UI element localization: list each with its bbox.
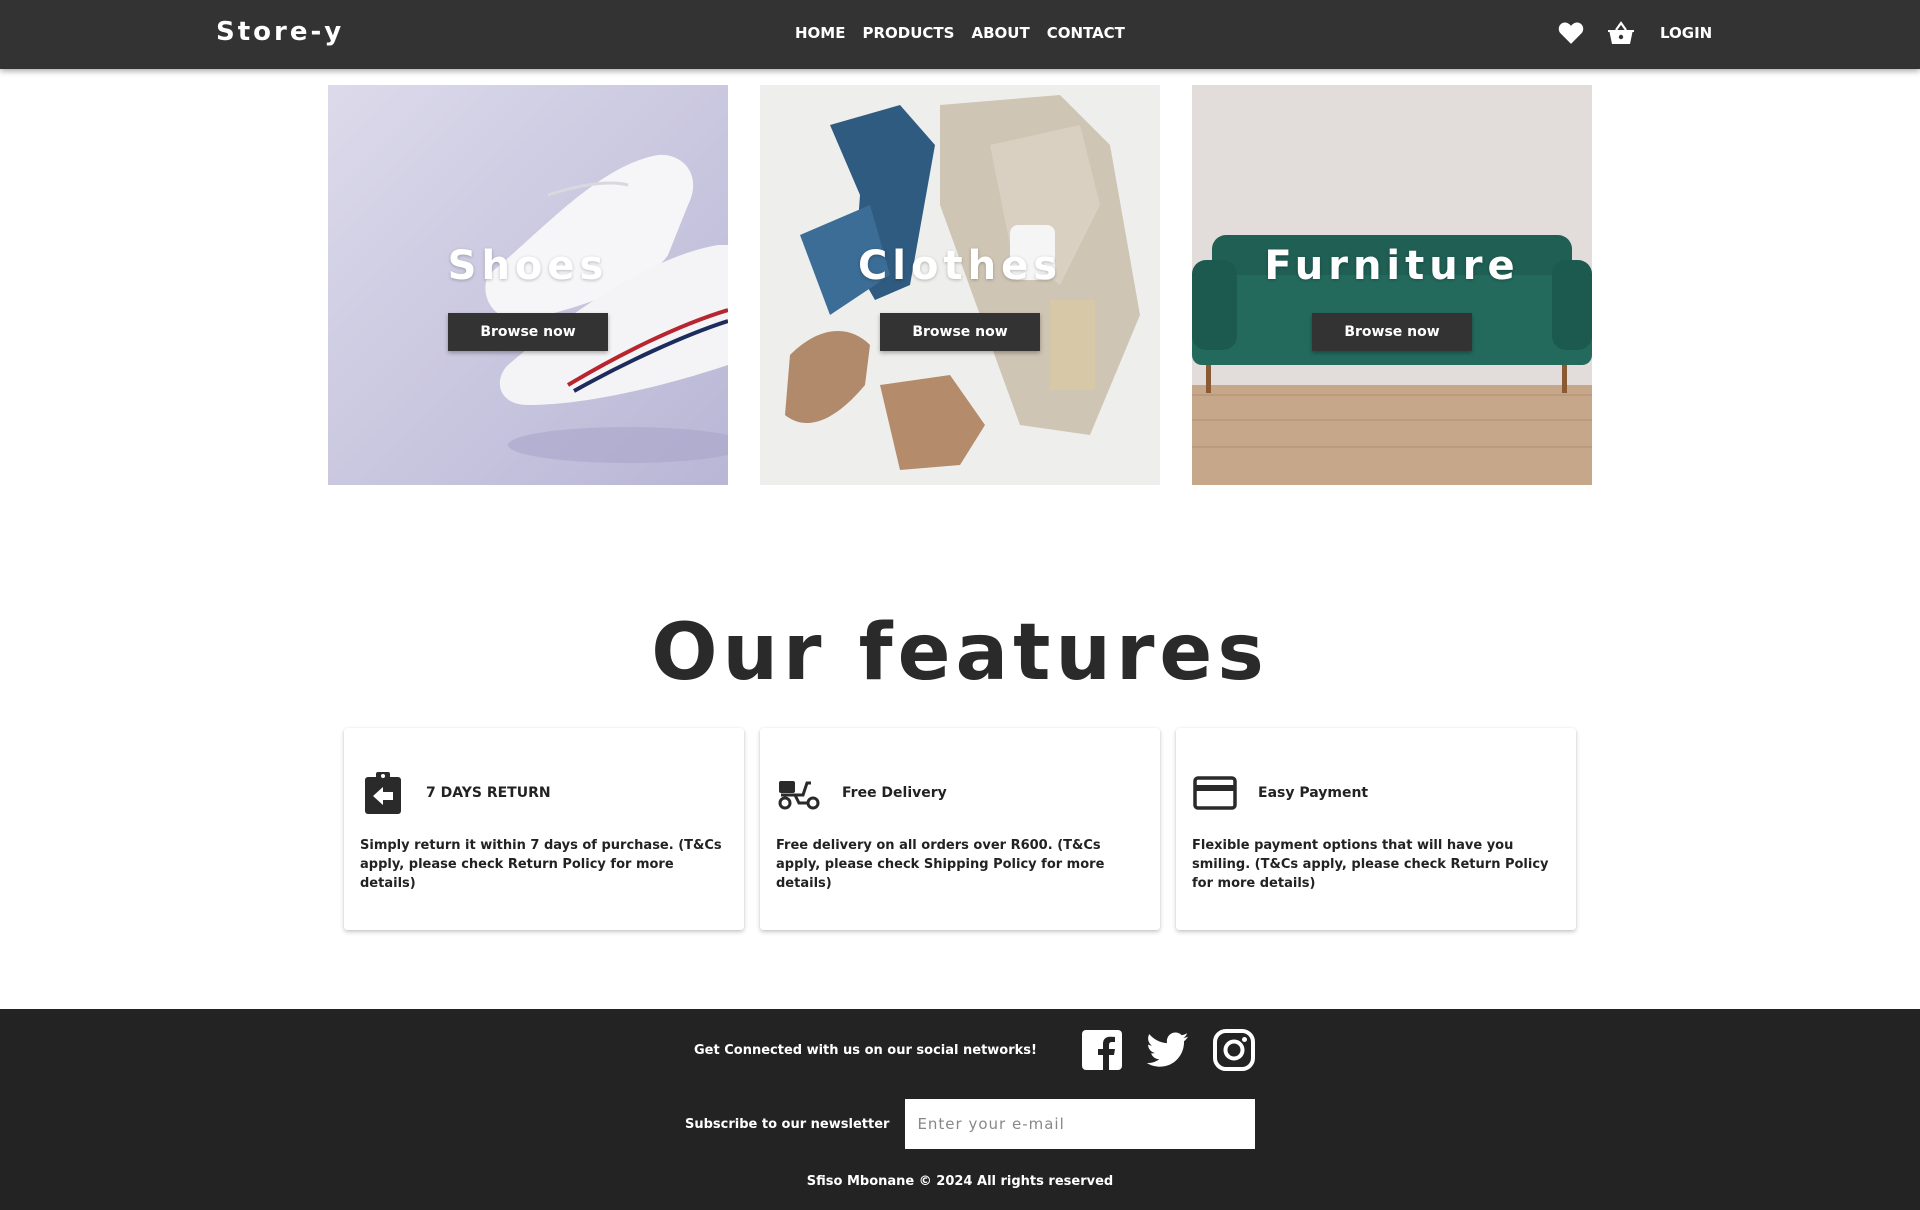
category-cards: Shoes Browse now Clothes Browse now Furn…	[328, 85, 1592, 485]
copyright-text: Sfiso Mbonane © 2024 All rights reserved	[806, 1174, 1114, 1189]
brand-logo[interactable]: Store-y	[216, 17, 344, 47]
category-card-shoes[interactable]: Shoes Browse now	[328, 85, 728, 485]
feature-card: Free Delivery Free delivery on all order…	[760, 728, 1160, 930]
newsletter-label: Subscribe to our newsletter	[685, 1116, 890, 1132]
instagram-icon[interactable]	[1212, 1029, 1255, 1071]
nav-about-link[interactable]: ABOUT	[971, 24, 1029, 42]
browse-now-button[interactable]: Browse now	[448, 313, 608, 351]
return-clipboard-icon	[360, 770, 406, 816]
nav-home-link[interactable]: HOME	[795, 24, 845, 42]
feature-header: Free Delivery	[776, 770, 947, 816]
credit-card-icon	[1192, 770, 1238, 816]
social-text: Get Connected with us on our social netw…	[694, 1042, 1037, 1058]
features-list: 7 DAYS RETURN Simply return it within 7 …	[344, 728, 1576, 930]
feature-description: Simply return it within 7 days of purcha…	[360, 838, 722, 891]
twitter-icon[interactable]	[1146, 1029, 1189, 1071]
login-link[interactable]: LOGIN	[1660, 24, 1712, 42]
facebook-icon[interactable]	[1081, 1029, 1123, 1071]
heart-icon[interactable]	[1556, 18, 1586, 48]
social-icons	[1081, 1029, 1255, 1071]
feature-description: Free delivery on all orders over R600. (…	[776, 838, 1105, 891]
feature-card: Easy Payment Flexible payment options th…	[1176, 728, 1576, 930]
scooter-icon	[776, 770, 822, 816]
category-card-clothes[interactable]: Clothes Browse now	[760, 85, 1160, 485]
social-row: Get Connected with us on our social netw…	[694, 1029, 1255, 1071]
feature-header: Easy Payment	[1192, 770, 1368, 816]
feature-title: Free Delivery	[842, 785, 947, 801]
features-heading: Our features	[651, 608, 1269, 698]
feature-description: Flexible payment options that will have …	[1192, 838, 1549, 891]
newsletter-email-input[interactable]	[905, 1099, 1256, 1149]
feature-card: 7 DAYS RETURN Simply return it within 7 …	[344, 728, 744, 930]
category-title: Shoes	[447, 243, 609, 289]
nav-products-link[interactable]: PRODUCTS	[862, 24, 954, 42]
newsletter-row: Subscribe to our newsletter	[685, 1099, 1256, 1149]
category-title: Clothes	[857, 243, 1063, 289]
feature-header: 7 DAYS RETURN	[360, 770, 551, 816]
nav-actions: LOGIN	[1556, 18, 1712, 48]
category-title: Furniture	[1264, 243, 1520, 289]
footer: Get Connected with us on our social netw…	[0, 1009, 1920, 1210]
basket-icon[interactable]	[1606, 18, 1636, 48]
nav-contact-link[interactable]: CONTACT	[1047, 24, 1125, 42]
feature-title: 7 DAYS RETURN	[426, 785, 551, 801]
navbar: Store-y HOME PRODUCTS ABOUT CONTACT LOGI…	[0, 0, 1920, 69]
feature-title: Easy Payment	[1258, 785, 1369, 801]
category-card-furniture[interactable]: Furniture Browse now	[1192, 85, 1592, 485]
nav-links: HOME PRODUCTS ABOUT CONTACT	[795, 24, 1125, 42]
browse-now-button[interactable]: Browse now	[1312, 313, 1472, 351]
browse-now-button[interactable]: Browse now	[880, 313, 1040, 351]
